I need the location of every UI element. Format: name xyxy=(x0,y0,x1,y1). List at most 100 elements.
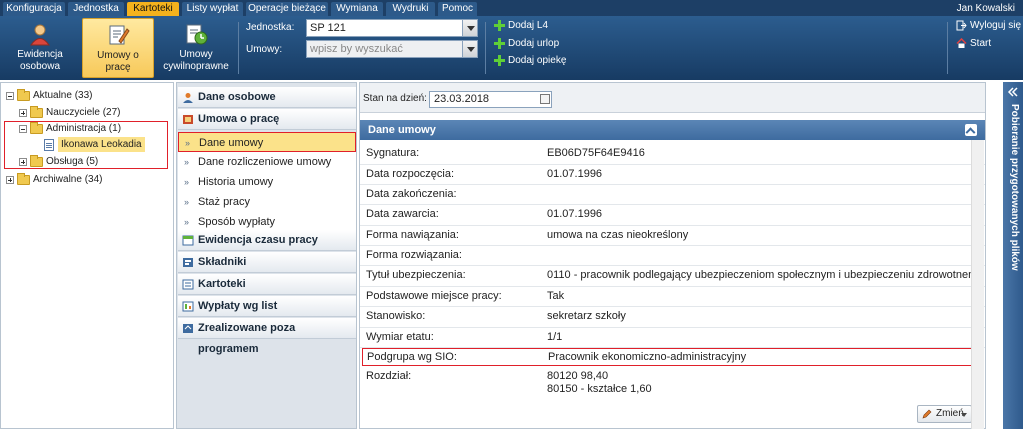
umowy-o-prace-label: Umowy o pracę xyxy=(97,50,139,73)
contract-nav: Dane osobowe Umowa o pracę Dane umowy Da… xyxy=(176,82,357,429)
scrollbar[interactable] xyxy=(971,140,984,429)
jednostka-label: Jednostka: xyxy=(246,22,295,33)
dodaj-urlop-label: Dodaj urlop xyxy=(508,38,560,49)
tab-pomoc[interactable]: Pomoc xyxy=(438,2,477,16)
payroll-list-icon xyxy=(182,301,194,312)
table-row: Podstawowe miejsce pracy: Tak xyxy=(360,287,985,307)
external-payments-icon xyxy=(183,324,193,333)
nav-dane-rozliczeniowe-umowy[interactable]: Dane rozliczeniowe umowy xyxy=(178,152,356,172)
ewidencja-osobowa-label: Ewidencja osobowa xyxy=(17,49,63,72)
user-name: Jan Kowalski xyxy=(956,3,1015,14)
jednostka-select[interactable]: SP 121 xyxy=(306,19,478,37)
nav-sposob-wyplaty[interactable]: Sposób wypłaty xyxy=(178,212,356,232)
table-row: Data rozpoczęcia: 01.07.1996 xyxy=(360,165,985,185)
table-row: Forma nawiązania: umowa na czas nieokreśl… xyxy=(360,226,985,246)
nav-wyplaty-wg-list[interactable]: Wypłaty wg list xyxy=(178,296,356,317)
dodaj-urlop-button[interactable]: Dodaj urlop xyxy=(494,37,559,51)
downloads-panel-title: Pobieranie przygotowanych plików xyxy=(1009,104,1020,271)
contract-pen-icon xyxy=(109,25,130,45)
jednostka-value: SP 121 xyxy=(310,22,346,34)
umowy-cywilnoprawne-button[interactable]: Umowy cywilnoprawne xyxy=(160,18,232,78)
dodaj-opieke-button[interactable]: Dodaj opiekę xyxy=(494,54,566,68)
table-row: Tytuł ubezpieczenia: 0110 - pracownik pod… xyxy=(360,266,985,287)
toolbar-separator xyxy=(238,22,239,74)
ewidencja-osobowa-button[interactable]: Ewidencja osobowa xyxy=(8,18,72,78)
tab-konfiguracja[interactable]: Konfiguracja xyxy=(3,2,65,16)
calendar-clock-icon xyxy=(182,235,194,246)
toolbar-separator xyxy=(485,22,486,74)
person-icon xyxy=(30,24,50,46)
plus-icon xyxy=(494,38,505,49)
dodaj-l4-button[interactable]: Dodaj L4 xyxy=(494,19,548,33)
date-input[interactable]: 23.03.2018 xyxy=(429,91,552,108)
tab-kartoteki[interactable]: Kartoteki xyxy=(127,2,179,16)
double-chevron-left-icon[interactable] xyxy=(1007,87,1019,97)
downloads-side-panel[interactable]: Pobieranie przygotowanych plików xyxy=(1003,82,1023,429)
logout-label: Wyloguj się xyxy=(970,20,1022,31)
plus-icon xyxy=(494,20,505,31)
table-row: Sygnatura: EB06D75F64E9416 xyxy=(360,144,985,165)
umowy-label: Umowy: xyxy=(246,44,283,55)
tab-wymiana[interactable]: Wymiana xyxy=(331,2,383,16)
date-bar: Stan na dzień: 23.03.2018 xyxy=(360,83,985,113)
umowy-search-input[interactable]: wpisz by wyszukać xyxy=(306,40,478,58)
start-label: Start xyxy=(970,38,992,49)
card-file-icon xyxy=(182,279,194,290)
plus-icon xyxy=(494,55,505,66)
tab-jednostka[interactable]: Jednostka xyxy=(68,2,124,16)
nav-dane-umowy[interactable]: Dane umowy xyxy=(178,132,356,153)
employee-tree: Aktualne (33) Nauczyciele (27) Administr… xyxy=(0,82,174,429)
expand-icon[interactable] xyxy=(19,109,27,117)
table-row: Rozdział: 80120 98,40 80150 - kształce 1… xyxy=(366,370,652,395)
collapse-up-icon[interactable] xyxy=(965,124,977,136)
expand-icon[interactable] xyxy=(6,176,14,184)
tab-wydruki[interactable]: Wydruki xyxy=(386,2,435,16)
start-button[interactable]: Start xyxy=(956,37,991,51)
umowy-placeholder: wpisz by wyszukać xyxy=(310,43,403,55)
highlight-box xyxy=(4,121,168,169)
folder-open-icon xyxy=(17,89,30,101)
top-menu-bar: Konfiguracja Jednostka Kartoteki Listy w… xyxy=(0,0,1023,16)
change-label: Zmień xyxy=(936,408,964,419)
tab-operacje-biezace[interactable]: Operacje bieżące xyxy=(246,2,328,16)
contract-icon xyxy=(183,115,193,124)
nav-zrealizowane-poza-programem[interactable]: Zrealizowane poza programem xyxy=(178,318,356,355)
logout-button[interactable]: Wyloguj się xyxy=(956,19,1021,33)
nav-skladniki[interactable]: Składniki xyxy=(178,252,356,273)
chevron-down-icon[interactable] xyxy=(462,20,477,36)
table-row: Forma rozwiązania: xyxy=(360,246,985,266)
components-icon xyxy=(183,258,193,267)
panel-header: Dane umowy xyxy=(360,120,985,140)
pencil-icon xyxy=(922,409,932,419)
table-row: Data zakończenia: xyxy=(360,185,985,205)
date-value: 23.03.2018 xyxy=(434,93,490,105)
panel-title: Dane umowy xyxy=(368,124,436,136)
nav-ewidencja-czasu-pracy[interactable]: Ewidencja czasu pracy xyxy=(178,230,356,251)
change-button[interactable]: Zmień xyxy=(917,405,972,423)
contract-clock-icon xyxy=(186,24,208,45)
folder-icon xyxy=(30,106,43,118)
toolbar: Ewidencja osobowa Umowy o pracę Umowy cy… xyxy=(0,16,1023,80)
nav-historia-umowy[interactable]: Historia umowy xyxy=(178,172,356,192)
folder-icon xyxy=(17,173,30,185)
table-row: Podgrupa wg SIO: Pracownik ekonomiczno-ad… xyxy=(362,348,979,366)
date-label: Stan na dzień: xyxy=(363,93,427,104)
dodaj-opieke-label: Dodaj opiekę xyxy=(508,55,567,66)
nav-kartoteki[interactable]: Kartoteki xyxy=(178,274,356,295)
caret-down-icon xyxy=(961,413,967,417)
umowy-cywilnoprawne-label: Umowy cywilnoprawne xyxy=(163,49,229,72)
table-row: Stanowisko: sekretarz szkoły xyxy=(360,307,985,328)
chevron-down-icon[interactable] xyxy=(462,41,477,57)
toolbar-separator xyxy=(947,22,948,74)
nav-umowa-o-prace[interactable]: Umowa o pracę xyxy=(178,109,356,130)
calendar-icon[interactable] xyxy=(540,94,550,104)
dodaj-l4-label: Dodaj L4 xyxy=(508,20,549,31)
person-card-icon xyxy=(183,93,193,103)
table-row: Data zawarcia: 01.07.1996 xyxy=(360,205,985,226)
collapse-icon[interactable] xyxy=(6,92,14,100)
tab-listy-wyplat[interactable]: Listy wypłat xyxy=(182,2,243,16)
contract-details-panel: Stan na dzień: 23.03.2018 Dane umowy Syg… xyxy=(359,82,986,429)
umowy-o-prace-button[interactable]: Umowy o pracę xyxy=(82,18,154,78)
nav-dane-osobowe[interactable]: Dane osobowe xyxy=(178,87,356,108)
nav-staz-pracy[interactable]: Staż pracy xyxy=(178,192,356,212)
